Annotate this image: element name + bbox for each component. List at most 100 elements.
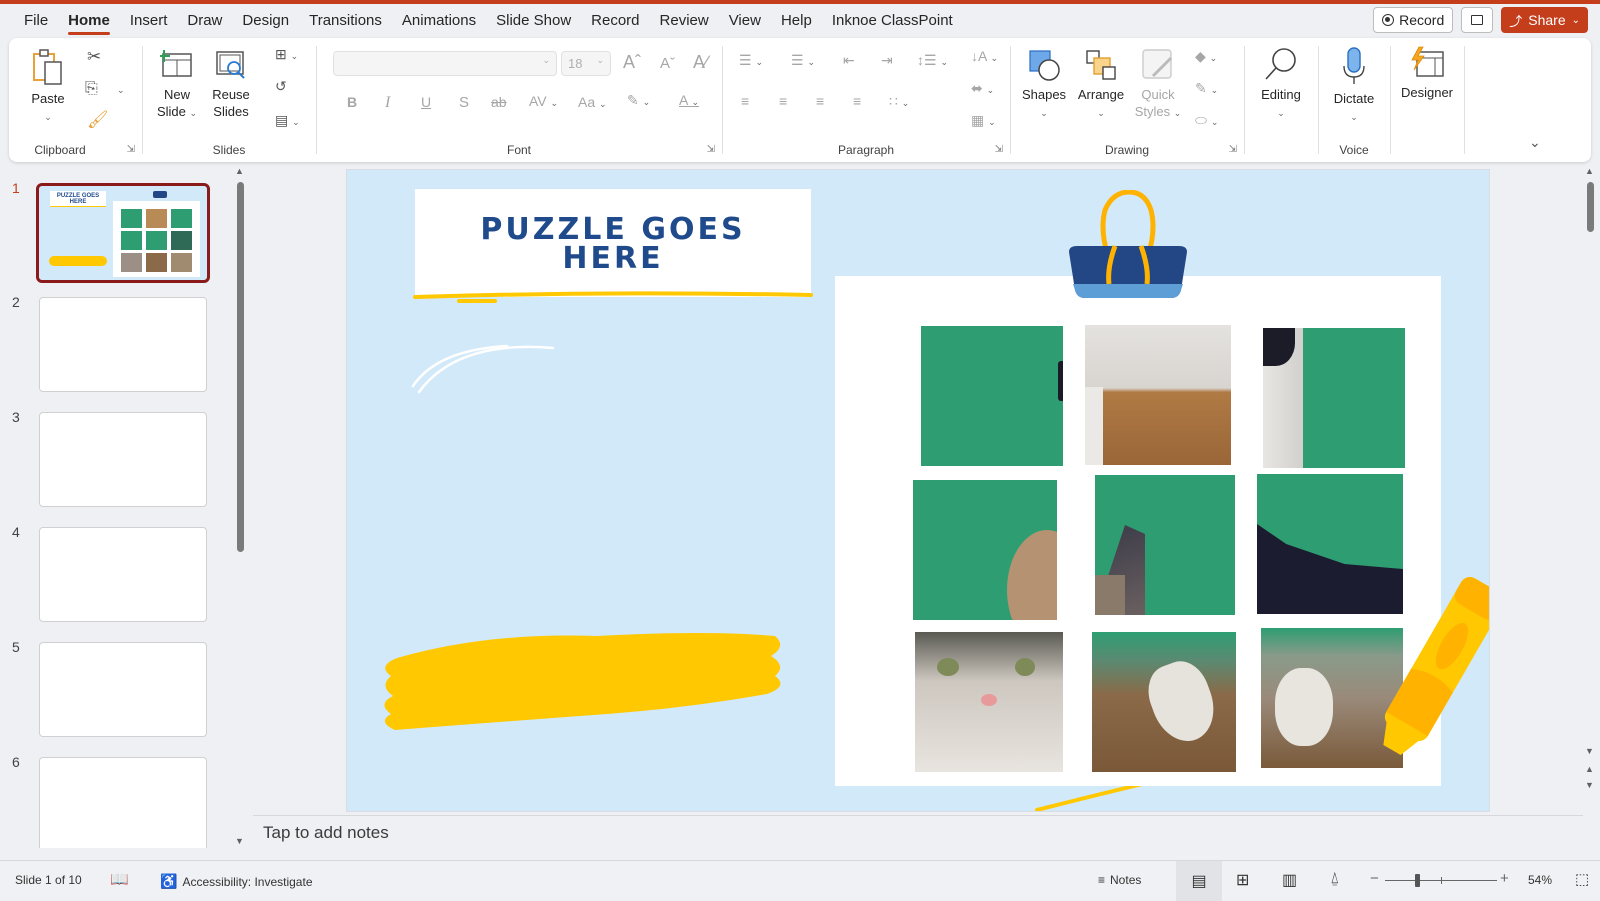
next-slide-icon[interactable]: ▼ [1585, 780, 1594, 790]
slide-thumbnail-2[interactable] [39, 297, 207, 392]
previous-slide-icon[interactable]: ▲ [1585, 764, 1594, 774]
bold-button[interactable]: B [347, 94, 357, 110]
normal-view-button[interactable]: ▤ [1176, 861, 1222, 901]
italic-button[interactable]: I [385, 94, 390, 112]
highlight-icon[interactable]: ✎ ⌄ [627, 92, 650, 109]
puzzle-piece[interactable] [915, 632, 1063, 772]
reset-icon[interactable]: ↺ [275, 78, 287, 95]
align-center-icon[interactable]: ≡ [779, 93, 787, 109]
tab-record[interactable]: Record [581, 4, 649, 38]
reading-view-button[interactable]: ▥ [1282, 870, 1297, 890]
scrollbar-thumb[interactable] [1587, 182, 1594, 232]
copy-icon[interactable]: ⎘ [85, 80, 98, 98]
tab-design[interactable]: Design [232, 4, 299, 38]
tab-transitions[interactable]: Transitions [299, 4, 392, 38]
spelling-icon[interactable]: 📖 [110, 870, 129, 888]
strikethrough-button[interactable]: ab [491, 94, 507, 110]
tab-view[interactable]: View [719, 4, 771, 38]
tab-file[interactable]: File [14, 4, 58, 38]
layout-icon[interactable]: ⊞ ⌄ [275, 46, 298, 63]
char-spacing-button[interactable]: AV ⌄ [529, 93, 558, 109]
cut-icon[interactable]: ✂ [87, 47, 101, 67]
drawing-launcher-icon[interactable]: ⇲ [1229, 144, 1237, 155]
scroll-down-arrow-icon[interactable]: ▼ [235, 836, 244, 846]
bullets-icon[interactable]: ☰ ⌄ [739, 52, 763, 69]
tab-home[interactable]: Home [58, 4, 120, 38]
puzzle-piece[interactable] [1092, 632, 1236, 772]
slide-sorter-button[interactable]: ⊞ [1236, 870, 1249, 890]
designer-button[interactable]: Designer [1397, 46, 1457, 101]
shadow-button[interactable]: S [459, 94, 469, 111]
shape-outline-icon[interactable]: ✎ ⌄ [1195, 80, 1218, 97]
align-left-icon[interactable]: ≡ [741, 93, 749, 109]
tab-animations[interactable]: Animations [392, 4, 486, 38]
shrink-font-icon[interactable]: Aˇ [660, 55, 675, 72]
justify-icon[interactable]: ≡ [853, 93, 861, 109]
tab-classpoint[interactable]: Inknoe ClassPoint [822, 4, 963, 38]
puzzle-piece[interactable] [921, 326, 1063, 466]
new-slide-button[interactable]: New Slide ⌄ [153, 48, 201, 122]
notes-input[interactable]: Tap to add notes [253, 823, 1543, 847]
align-right-icon[interactable]: ≡ [816, 93, 824, 109]
tab-draw[interactable]: Draw [177, 4, 232, 38]
slideshow-button[interactable]: ⍙ [1330, 870, 1340, 888]
tab-insert[interactable]: Insert [120, 4, 178, 38]
slide-thumbnail-3[interactable] [39, 412, 207, 507]
zoom-out-button[interactable]: − [1370, 870, 1379, 887]
zoom-in-button[interactable]: + [1500, 870, 1509, 887]
tab-slide-show[interactable]: Slide Show [486, 4, 581, 38]
clipboard-launcher-icon[interactable]: ⇲ [127, 144, 135, 155]
align-text-icon[interactable]: ⬌ ⌄ [971, 80, 994, 97]
reuse-slides-button[interactable]: Reuse Slides [207, 48, 255, 120]
slide-thumbnail-4[interactable] [39, 527, 207, 622]
scroll-up-arrow-icon[interactable]: ▲ [1585, 166, 1594, 176]
font-color-icon[interactable]: A ⌄ [679, 92, 699, 108]
shapes-button[interactable]: Shapes ⌄ [1019, 48, 1069, 122]
accessibility-button[interactable]: ♿ Accessibility: Investigate [160, 873, 313, 890]
record-button[interactable]: Record [1373, 7, 1454, 33]
underline-button[interactable]: U [421, 94, 431, 110]
editing-button[interactable]: Editing ⌄ [1253, 46, 1309, 122]
puzzle-piece[interactable] [1095, 475, 1235, 615]
scrollbar-thumb[interactable] [237, 182, 244, 552]
zoom-slider[interactable] [1385, 874, 1497, 887]
font-launcher-icon[interactable]: ⇲ [707, 144, 715, 155]
change-case-button[interactable]: Aa ⌄ [578, 94, 607, 110]
tab-help[interactable]: Help [771, 4, 822, 38]
line-spacing-icon[interactable]: ↕☰ ⌄ [917, 52, 948, 69]
paste-button[interactable]: Paste ⌄ [23, 48, 73, 126]
slide-canvas[interactable]: PUZZLE GOES HERE [346, 169, 1490, 812]
numbering-icon[interactable]: ☰ ⌄ [791, 52, 815, 69]
decrease-indent-icon[interactable]: ⇤ [843, 52, 855, 69]
zoom-slider-handle[interactable] [1415, 874, 1420, 887]
puzzle-piece[interactable] [1263, 328, 1405, 468]
slide-thumbnail-6[interactable] [39, 757, 207, 848]
copy-chevron-icon[interactable]: ⌄ [117, 85, 125, 96]
slide-counter[interactable]: Slide 1 of 10 [15, 873, 82, 887]
collapse-ribbon-icon[interactable]: ⌄ [1529, 134, 1541, 151]
puzzle-piece[interactable] [913, 480, 1057, 620]
clear-format-icon[interactable]: A∕ [693, 52, 708, 73]
shape-effects-icon[interactable]: ⬭ ⌄ [1195, 112, 1218, 129]
font-size-select[interactable]: 18 ⌄ [561, 51, 611, 76]
scroll-up-arrow-icon[interactable]: ▲ [235, 166, 244, 176]
comments-button[interactable] [1461, 7, 1494, 33]
font-name-select[interactable]: ⌄ [333, 51, 557, 76]
dictate-button[interactable]: Dictate ⌄ [1325, 46, 1383, 126]
paragraph-launcher-icon[interactable]: ⇲ [995, 144, 1003, 155]
format-painter-icon[interactable]: 🖌 [87, 110, 109, 130]
text-direction-icon[interactable]: ↓A ⌄ [971, 48, 998, 64]
share-button[interactable]: ⤴ Share ⌄ [1501, 7, 1588, 33]
increase-indent-icon[interactable]: ⇥ [881, 52, 893, 69]
shape-fill-icon[interactable]: ◆ ⌄ [1195, 48, 1217, 65]
arrange-button[interactable]: Arrange ⌄ [1073, 48, 1129, 122]
fit-to-window-icon[interactable]: ⬚ [1575, 870, 1589, 888]
smartart-icon[interactable]: ▦ ⌄ [971, 112, 996, 129]
slide-thumbnail-1[interactable]: PUZZLE GOES HERE [36, 183, 210, 283]
puzzle-piece[interactable] [1085, 325, 1231, 465]
slide-thumbnail-5[interactable] [39, 642, 207, 737]
scroll-down-arrow-icon[interactable]: ▼ [1585, 746, 1594, 756]
slide-scrollbar[interactable]: ▲ ▼ ▲ ▼ [1584, 166, 1596, 806]
tab-review[interactable]: Review [650, 4, 719, 38]
grow-font-icon[interactable]: Aˆ [623, 52, 641, 73]
